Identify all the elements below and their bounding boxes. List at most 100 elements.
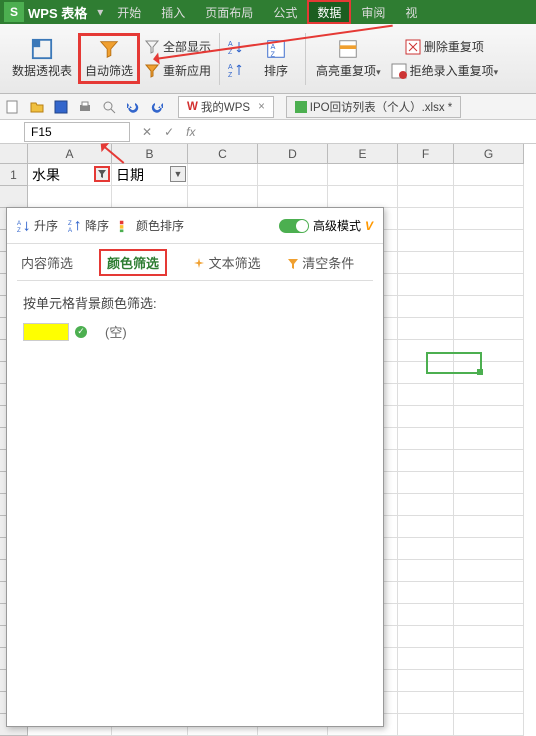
cell[interactable]: [454, 648, 524, 670]
cell[interactable]: [454, 714, 524, 736]
cell[interactable]: [454, 252, 524, 274]
cell[interactable]: [398, 472, 454, 494]
cell[interactable]: [454, 230, 524, 252]
cell-A1[interactable]: 水果: [28, 164, 112, 186]
cell[interactable]: [398, 604, 454, 626]
filter-button-A1[interactable]: [94, 166, 110, 182]
formula-bar[interactable]: ✕ ✓ fx: [134, 125, 536, 139]
row-header-2[interactable]: [0, 186, 28, 208]
fx-cancel-icon[interactable]: ✕: [142, 125, 152, 139]
cell-C1[interactable]: [188, 164, 258, 186]
tab-color-filter[interactable]: 颜色筛选: [99, 249, 167, 276]
color-sort-button[interactable]: 颜色排序: [119, 217, 184, 234]
cell[interactable]: [398, 208, 454, 230]
cell[interactable]: [398, 516, 454, 538]
sort-desc-button[interactable]: ZA 降序: [68, 217, 109, 234]
cell[interactable]: [454, 208, 524, 230]
app-dropdown-icon[interactable]: ▾: [93, 5, 107, 19]
cell[interactable]: [398, 406, 454, 428]
cell[interactable]: [398, 318, 454, 340]
tab-text-filter[interactable]: 文本筛选: [193, 253, 261, 272]
tab-clear-filter[interactable]: 清空条件: [287, 253, 355, 272]
cell[interactable]: [454, 472, 524, 494]
col-F[interactable]: F: [398, 144, 454, 164]
color-option-yellow[interactable]: ✓ (空): [23, 322, 367, 341]
preview-icon[interactable]: [100, 98, 118, 116]
cell[interactable]: [398, 626, 454, 648]
cell[interactable]: [454, 538, 524, 560]
cell[interactable]: [454, 582, 524, 604]
sort-desc-button[interactable]: AZ: [224, 60, 251, 80]
cell[interactable]: [398, 296, 454, 318]
cell[interactable]: [454, 494, 524, 516]
cell[interactable]: [454, 274, 524, 296]
cell[interactable]: [454, 692, 524, 714]
cell[interactable]: [398, 274, 454, 296]
col-G[interactable]: G: [454, 144, 524, 164]
new-icon[interactable]: [4, 98, 22, 116]
cell[interactable]: [398, 560, 454, 582]
filter-button-B1[interactable]: ▼: [170, 166, 186, 182]
menu-data[interactable]: 数据: [307, 0, 351, 24]
menu-insert[interactable]: 插入: [151, 0, 195, 24]
fx-icon[interactable]: fx: [186, 125, 195, 139]
cell[interactable]: [454, 406, 524, 428]
menu-formula[interactable]: 公式: [263, 0, 307, 24]
cell[interactable]: [454, 450, 524, 472]
cell[interactable]: [398, 670, 454, 692]
cell[interactable]: [398, 384, 454, 406]
cell[interactable]: [454, 560, 524, 582]
cell-F1[interactable]: [398, 164, 454, 186]
cell[interactable]: [454, 318, 524, 340]
save-icon[interactable]: [52, 98, 70, 116]
cell[interactable]: [398, 230, 454, 252]
cell[interactable]: [398, 252, 454, 274]
cell[interactable]: [398, 428, 454, 450]
cell[interactable]: [28, 186, 112, 208]
tab-mywps[interactable]: W我的WPS×: [178, 96, 274, 118]
col-C[interactable]: C: [188, 144, 258, 164]
cell[interactable]: [328, 186, 398, 208]
fx-accept-icon[interactable]: ✓: [164, 125, 174, 139]
cell[interactable]: [454, 670, 524, 692]
cell[interactable]: [454, 296, 524, 318]
cell[interactable]: [454, 428, 524, 450]
menu-layout[interactable]: 页面布局: [195, 0, 263, 24]
delete-dup-button[interactable]: 删除重复项: [387, 36, 503, 57]
open-icon[interactable]: [28, 98, 46, 116]
redo-icon[interactable]: [148, 98, 166, 116]
cell[interactable]: [454, 186, 524, 208]
sort-asc-button[interactable]: AZ 升序: [17, 217, 58, 234]
select-all-corner[interactable]: [0, 144, 28, 164]
undo-icon[interactable]: [124, 98, 142, 116]
cell[interactable]: [454, 626, 524, 648]
cell[interactable]: [398, 494, 454, 516]
cell[interactable]: [398, 648, 454, 670]
cell[interactable]: [188, 186, 258, 208]
pivot-button[interactable]: 数据透视表: [6, 34, 78, 83]
col-E[interactable]: E: [328, 144, 398, 164]
cell-G1[interactable]: [454, 164, 524, 186]
menu-review[interactable]: 审阅: [351, 0, 395, 24]
menu-start[interactable]: 开始: [107, 0, 151, 24]
cell[interactable]: [258, 186, 328, 208]
cell-B1[interactable]: 日期 ▼: [112, 164, 188, 186]
cell[interactable]: [398, 450, 454, 472]
menu-view[interactable]: 视: [395, 0, 427, 24]
cell[interactable]: [398, 582, 454, 604]
cell-D1[interactable]: [258, 164, 328, 186]
tab-content-filter[interactable]: 内容筛选: [21, 253, 73, 272]
col-D[interactable]: D: [258, 144, 328, 164]
cell[interactable]: [398, 714, 454, 736]
cell[interactable]: [112, 186, 188, 208]
tab-file[interactable]: IPO回访列表（个人）.xlsx *: [286, 96, 461, 118]
cell[interactable]: [398, 692, 454, 714]
cell-E1[interactable]: [328, 164, 398, 186]
advanced-mode-toggle[interactable]: 高级模式 V: [279, 217, 373, 234]
reject-dup-button[interactable]: 拒绝录入重复项▾: [387, 60, 503, 81]
row-header-1[interactable]: 1: [0, 164, 28, 186]
highlight-dup-button[interactable]: 高亮重复项▾: [310, 34, 387, 83]
autofilter-button[interactable]: 自动筛选: [78, 33, 140, 84]
cell[interactable]: [454, 604, 524, 626]
name-box[interactable]: F15: [24, 122, 130, 142]
